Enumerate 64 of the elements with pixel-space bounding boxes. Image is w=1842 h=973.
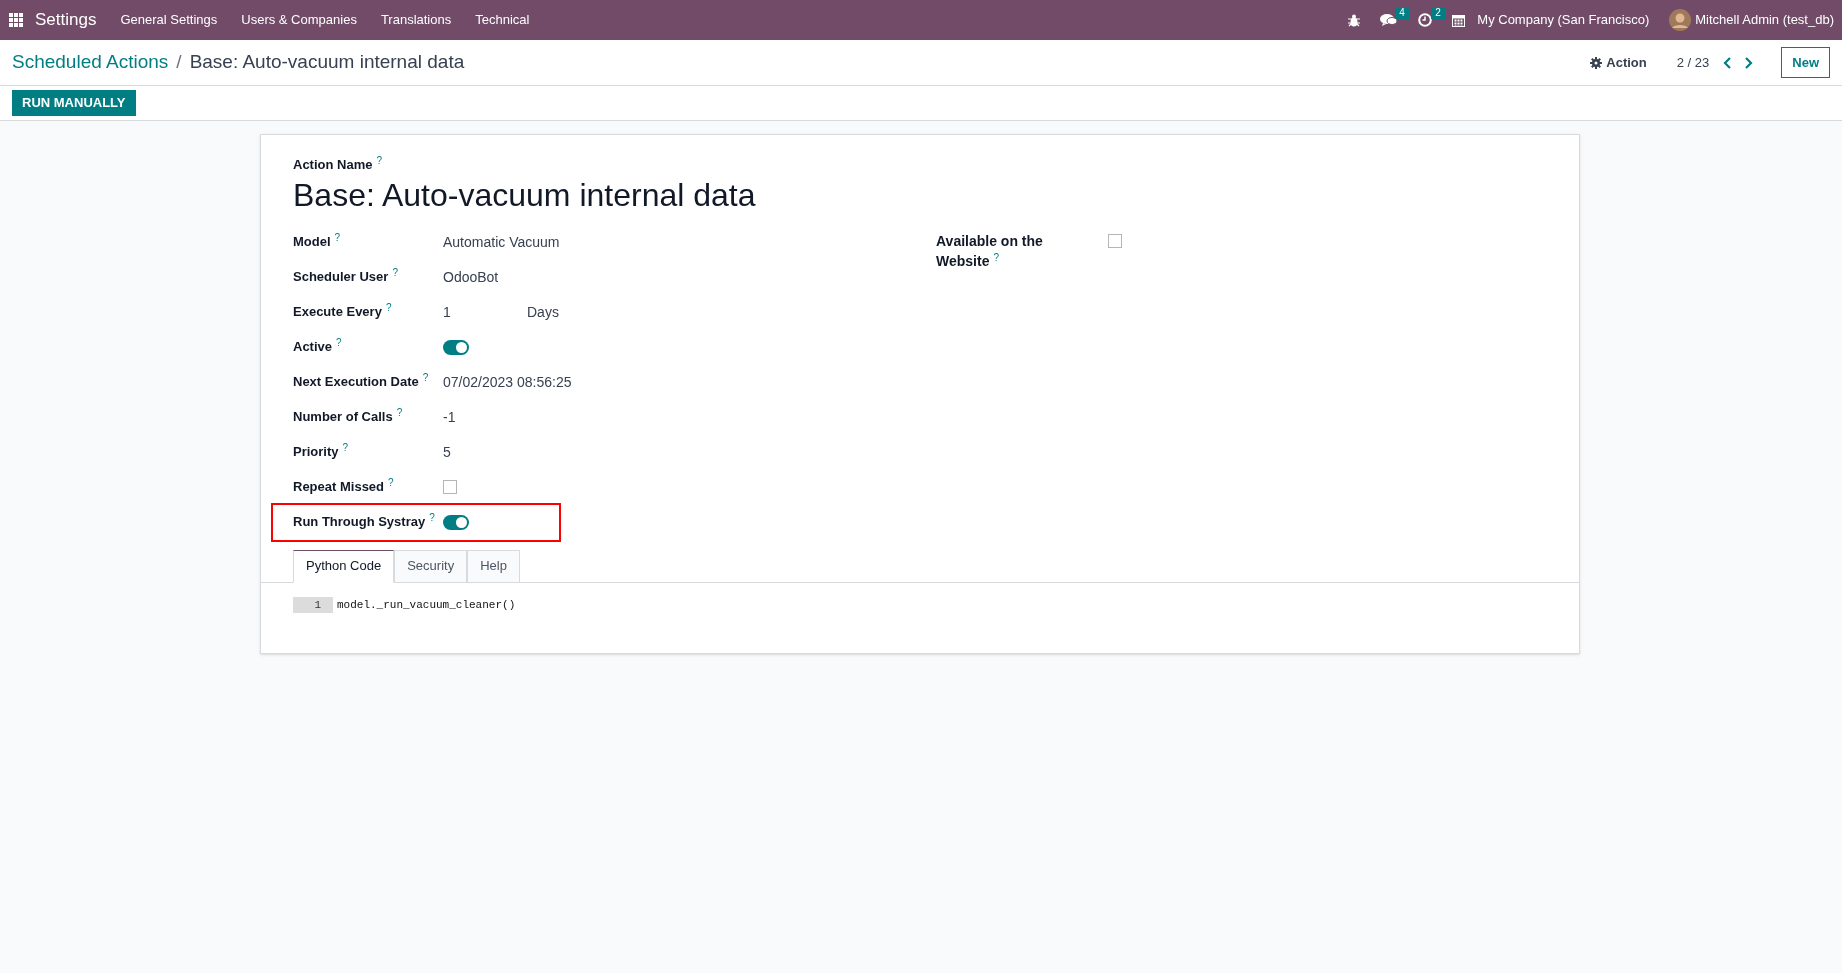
app-title[interactable]: Settings [35, 7, 97, 33]
field-label: Priority $^{?}$ [293, 442, 350, 462]
help-tooltip-mark[interactable]: ? [388, 477, 394, 489]
help-tooltip-mark[interactable]: ? [376, 155, 383, 166]
field-value[interactable]: Automatic Vacuum [443, 234, 560, 250]
menu-item[interactable]: Users & Companies [241, 10, 357, 30]
form-tab[interactable]: Help [467, 549, 520, 583]
avatar-icon[interactable] [1669, 9, 1692, 31]
toggle-switch[interactable] [443, 514, 469, 530]
code-line[interactable]: model._run_vacuum_cleaner() [337, 596, 516, 613]
menu-item[interactable]: Technical [475, 10, 530, 30]
help-tooltip-mark[interactable]: ? [396, 407, 403, 419]
help-tooltip-mark[interactable]: ? [385, 302, 392, 314]
help-tooltip-mark[interactable]: ? [334, 232, 341, 244]
chevron-right-icon[interactable] [1744, 56, 1754, 69]
field-label: Available on the Website $^{?}$ [936, 231, 1044, 271]
run-manually-button[interactable]: RUN MANUALLY [12, 90, 136, 116]
help-tooltip-mark[interactable]: ? [392, 267, 398, 279]
field-label: Repeat Missed $^{?}$ [293, 477, 395, 497]
clock-icon[interactable] [1418, 13, 1433, 27]
field-value[interactable]: Days [527, 301, 559, 323]
field-value[interactable]: 5 [443, 444, 451, 460]
gear-icon [1590, 56, 1603, 69]
field-value[interactable]: 07/02/2023 08:56:25 [443, 374, 572, 390]
checkbox[interactable] [443, 480, 457, 494]
help-tooltip-mark[interactable]: ? [336, 337, 342, 349]
field-label: Run Through Systray $^{?}$ [293, 512, 436, 532]
field-label: Active $^{?}$ [293, 337, 343, 357]
form-tab[interactable]: Python Code [293, 549, 395, 583]
company-switcher[interactable]: My Company (San Francisco) [1477, 10, 1650, 30]
checkbox[interactable] [1108, 233, 1122, 248]
user-menu[interactable]: Mitchell Admin (test_db) [1695, 10, 1834, 30]
help-tooltip-mark[interactable]: ? [429, 512, 435, 524]
new-button[interactable]: New [1781, 47, 1830, 78]
calendar-icon[interactable] [1452, 13, 1466, 27]
form-tab[interactable]: Security [394, 549, 468, 583]
field-label: Scheduler User $^{?}$ [293, 267, 399, 287]
help-tooltip-mark[interactable]: ? [993, 251, 999, 263]
toggle-switch[interactable] [443, 339, 469, 355]
count-badge: 2 [1431, 7, 1445, 19]
bug-icon[interactable] [1348, 13, 1361, 27]
field-label: Action Name $^{?}$ [293, 155, 384, 174]
help-tooltip-mark[interactable]: ? [422, 372, 429, 384]
field-label: Next Execution Date $^{?}$ [293, 372, 430, 392]
breadcrumb-link[interactable]: Scheduled Actions [12, 48, 169, 77]
field-label: Model $^{?}$ [293, 232, 342, 252]
help-tooltip-mark[interactable]: ? [342, 442, 349, 454]
apps-menu-icon[interactable] [9, 13, 23, 27]
field-value[interactable]: 1 [443, 301, 527, 323]
count-badge: 4 [1395, 7, 1409, 19]
breadcrumb-current: Base: Auto-vacuum internal data [189, 50, 465, 75]
action-menu-button[interactable]: Action [1590, 52, 1647, 73]
field-value[interactable]: -1 [443, 409, 456, 425]
field-label: Number of Calls $^{?}$ [293, 407, 404, 427]
menu-item[interactable]: General Settings [120, 10, 218, 30]
pager-value[interactable]: 2 / 23 [1676, 52, 1710, 73]
field-value[interactable]: OdooBot [443, 269, 499, 285]
field-label: Execute Every $^{?}$ [293, 302, 393, 322]
chevron-left-icon[interactable] [1723, 56, 1733, 69]
action-name-field[interactable]: Base: Auto-vacuum internal data [293, 174, 1547, 215]
line-number: 1 [293, 596, 333, 613]
menu-item[interactable]: Translations [380, 10, 452, 30]
chat-icon[interactable] [1380, 13, 1399, 27]
breadcrumb-separator: / [176, 50, 182, 75]
